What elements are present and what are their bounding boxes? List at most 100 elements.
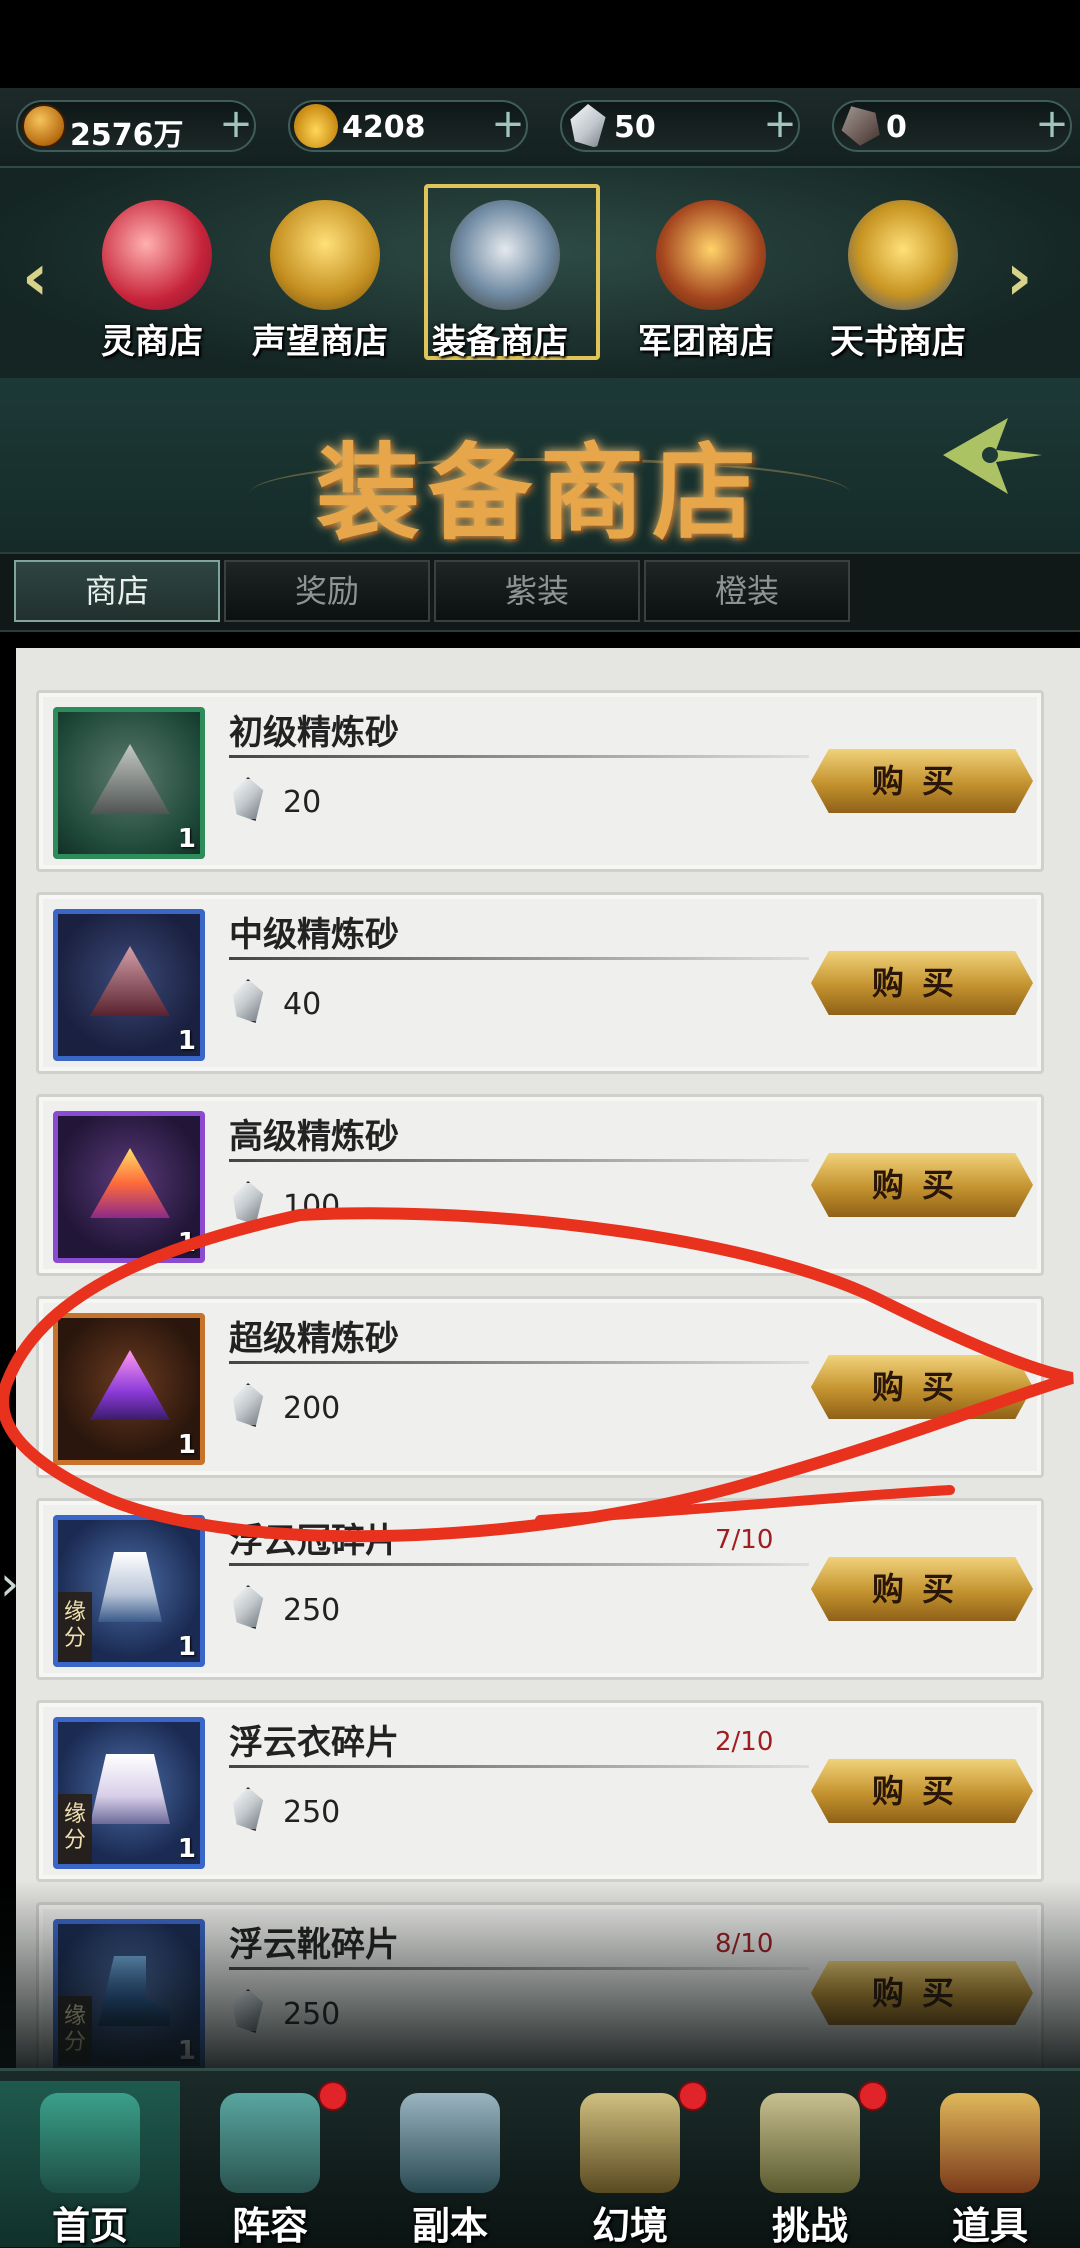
item-icon[interactable]: 缘分 1 (53, 1717, 205, 1869)
list-item: 1 初级精炼砂 20 购买 (36, 690, 1044, 872)
currency-ore: 0 + (832, 100, 1072, 152)
item-price: 200 (283, 1391, 341, 1426)
item-icon[interactable]: 1 (53, 909, 205, 1061)
shop-tab-label: 军团商店 (638, 322, 774, 362)
nav-label: 阵容 (231, 2204, 308, 2248)
buy-button[interactable]: 购买 (811, 1355, 1033, 1419)
add-crystal-button[interactable]: + (756, 102, 804, 150)
add-copper-button[interactable]: + (212, 102, 260, 150)
currency-value: 0 (886, 110, 907, 145)
divider (229, 1361, 809, 1364)
divider (229, 957, 809, 960)
nav-home[interactable]: 首页 (0, 2081, 180, 2248)
refine-crystal-icon (232, 1787, 264, 1831)
tab-rewards[interactable]: 奖励 (224, 560, 430, 622)
page-title: 装备商店 (315, 431, 764, 554)
item-name: 浮云衣碎片 (229, 1723, 399, 1763)
ore-icon (841, 106, 880, 146)
item-name: 超级精炼砂 (229, 1319, 399, 1359)
chevron-left-icon[interactable]: ‹ (22, 246, 66, 312)
item-price: 250 (283, 1997, 341, 2032)
item-list[interactable]: 1 初级精炼砂 20 购买 1 中级精炼砂 40 购买 1 高级精炼砂 100 … (16, 648, 1080, 2068)
side-expand-handle[interactable]: › (0, 1540, 22, 1630)
buy-button[interactable]: 购买 (811, 1557, 1033, 1621)
sand-pile-icon (90, 946, 170, 1016)
boot-fragment-icon (98, 1956, 170, 2026)
crossed-swords-icon (580, 2093, 680, 2193)
item-qty: 1 (177, 1026, 196, 1056)
list-item: 1 中级精炼砂 40 购买 (36, 892, 1044, 1074)
item-icon[interactable]: 缘分 1 (53, 1515, 205, 1667)
currency-value: 50 (614, 110, 656, 145)
divider (229, 1765, 809, 1768)
shop-tab-book[interactable]: 天书商店 (818, 190, 978, 362)
divider (229, 1563, 809, 1566)
nav-dungeon[interactable]: 副本 (360, 2081, 540, 2248)
sword-icon (400, 2093, 500, 2193)
currency-value: 4208 (342, 110, 426, 145)
robe-fragment-icon (90, 1754, 170, 1824)
legion-shop-icon (656, 200, 766, 310)
tab-shop[interactable]: 商店 (14, 560, 220, 622)
list-item: 缘分 1 浮云靴碎片 8/10 250 购买 (36, 1902, 1044, 2068)
item-icon[interactable]: 1 (53, 1313, 205, 1465)
refine-crystal-icon (232, 1585, 264, 1629)
fate-badge: 缘分 (58, 1996, 92, 2066)
buy-button[interactable]: 购买 (811, 749, 1033, 813)
add-gold-button[interactable]: + (484, 102, 532, 150)
nav-items[interactable]: 道具 (900, 2081, 1080, 2248)
nav-lineup[interactable]: 阵容 (180, 2081, 360, 2248)
item-name: 高级精炼砂 (229, 1117, 399, 1157)
item-icon[interactable]: 1 (53, 707, 205, 859)
list-item: 1 超级精炼砂 200 购买 (36, 1296, 1044, 1478)
item-price: 250 (283, 1593, 341, 1628)
buy-button[interactable]: 购买 (811, 1759, 1033, 1823)
spirit-shop-icon (102, 200, 212, 310)
refine-crystal-icon (232, 979, 264, 1023)
notification-dot (318, 2081, 348, 2111)
nav-label: 道具 (951, 2204, 1028, 2248)
refine-crystal-icon (232, 1181, 264, 1225)
fate-badge: 缘分 (58, 1794, 92, 1864)
shop-tab-spirit[interactable]: 灵商店 (72, 190, 232, 362)
sub-tab-bar: 商店 奖励 紫装 橙装 (0, 552, 1080, 632)
shop-tab-legion[interactable]: 军团商店 (626, 190, 786, 362)
add-ore-button[interactable]: + (1028, 102, 1076, 150)
buy-button[interactable]: 购买 (811, 951, 1033, 1015)
currency-value: 2576万 (70, 118, 184, 153)
shop-nav: ‹ 灵商店 声望商店 装备商店 军团商店 天书商店 › (0, 168, 1080, 378)
nav-label: 挑战 (771, 2204, 848, 2248)
buy-button[interactable]: 购买 (811, 1961, 1033, 2025)
leaf-emblem-icon[interactable] (938, 410, 1048, 500)
shop-banner: 装备商店 (0, 378, 1080, 558)
nav-label: 幻境 (591, 2204, 668, 2248)
item-name: 初级精炼砂 (229, 713, 399, 753)
nav-realm[interactable]: 幻境 (540, 2081, 720, 2248)
nav-label: 副本 (411, 2204, 488, 2248)
tab-purple-gear[interactable]: 紫装 (434, 560, 640, 622)
item-qty: 1 (177, 824, 196, 854)
divider (229, 1967, 809, 1970)
item-icon[interactable]: 1 (53, 1111, 205, 1263)
nav-challenge[interactable]: 挑战 (720, 2081, 900, 2248)
shop-tab-prestige[interactable]: 声望商店 (240, 190, 400, 362)
fragment-progress: 8/10 (715, 1929, 774, 1959)
sand-pile-icon (90, 744, 170, 814)
buy-button[interactable]: 购买 (811, 1153, 1033, 1217)
divider (229, 755, 809, 758)
prestige-shop-icon (270, 200, 380, 310)
shop-tab-equipment[interactable]: 装备商店 (420, 184, 600, 362)
refine-crystal-icon (232, 1383, 264, 1427)
item-qty: 1 (177, 1632, 196, 1662)
currency-copper: 2576万 + (16, 100, 256, 153)
home-icon (40, 2093, 140, 2193)
gold-ingot-icon (294, 104, 338, 148)
book-shop-icon (848, 200, 958, 310)
notification-dot (678, 2081, 708, 2111)
item-price: 100 (283, 1189, 341, 1224)
item-qty: 1 (177, 1430, 196, 1460)
shop-tab-label: 灵商店 (101, 322, 203, 362)
tab-orange-gear[interactable]: 橙装 (644, 560, 850, 622)
chevron-right-icon[interactable]: › (1006, 246, 1050, 312)
item-icon[interactable]: 缘分 1 (53, 1919, 205, 2068)
